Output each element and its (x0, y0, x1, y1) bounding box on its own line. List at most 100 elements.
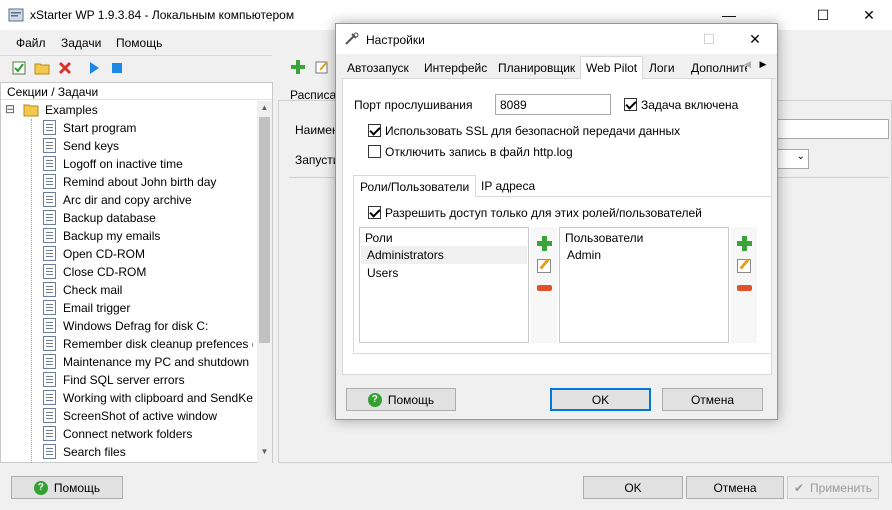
tree-task-item[interactable]: Windows Defrag for disk C: (41, 317, 253, 335)
task-tree: Секции / Задачи ⊟ Examples Start program… (0, 82, 273, 463)
task-document-icon (43, 282, 56, 297)
task-enabled-checkbox[interactable] (624, 98, 637, 111)
task-document-icon (43, 426, 56, 441)
add-role-icon[interactable] (537, 236, 552, 251)
dialog-help-label: Помощь (387, 392, 435, 407)
tree-task-item[interactable]: Remind about John birth day (41, 173, 253, 191)
task-toolbar (280, 55, 340, 81)
name-input[interactable] (759, 119, 889, 139)
remove-role-icon[interactable] (537, 285, 552, 291)
tree-task-item[interactable]: Arc dir and copy archive (41, 191, 253, 209)
task-document-icon (43, 156, 56, 171)
tab-scroll-right-icon[interactable]: ▶ (759, 59, 766, 69)
tree-task-item[interactable]: Working with clipboard and SendKey (41, 389, 253, 407)
edit-role-icon[interactable] (537, 259, 551, 273)
tree-task-item[interactable]: Send keys (41, 137, 253, 155)
dialog-cancel-button[interactable]: Отмена (662, 388, 763, 411)
allow-only-checkbox[interactable] (368, 206, 381, 219)
tree-task-label: Arc dir and copy archive (63, 193, 192, 207)
tree-task-item[interactable]: Backup my emails (41, 227, 253, 245)
tree-task-label: Backup database (63, 211, 156, 225)
list-item[interactable]: Administrators (361, 246, 527, 264)
tree-task-label: Send keys (63, 139, 120, 153)
stop-icon[interactable] (109, 60, 125, 76)
help-icon: ? (367, 392, 382, 407)
task-enabled-label: Задача включена (641, 98, 739, 112)
scroll-up-icon[interactable]: ▲ (257, 103, 272, 117)
tab-scroll-left-icon[interactable]: ◀ (744, 59, 751, 69)
tree-task-item[interactable]: Connect network folders (41, 425, 253, 443)
menu-file[interactable]: Файл (16, 36, 46, 50)
port-input[interactable]: 8089 (495, 94, 611, 115)
tree-root-examples[interactable]: ⊟ Examples (5, 101, 255, 119)
dialog-title: Настройки (366, 33, 425, 47)
add-icon[interactable] (290, 59, 306, 75)
help-button-label: Помощь (53, 480, 101, 495)
tree-task-label: Remind about John birth day (63, 175, 217, 189)
dialog-maximize-button[interactable]: ☐ (686, 24, 732, 54)
tab-additional[interactable]: Дополните (691, 59, 747, 79)
tab-roles-users[interactable]: Роли/Пользователи (353, 175, 477, 198)
collapse-icon[interactable]: ⊟ (5, 102, 15, 116)
scroll-down-icon[interactable]: ▼ (257, 447, 272, 461)
edit-user-icon[interactable] (737, 259, 751, 273)
tree-task-item[interactable]: Open CD-ROM (41, 245, 253, 263)
maximize-icon: ☐ (702, 30, 716, 47)
new-task-icon[interactable] (11, 60, 27, 76)
tree-task-item[interactable]: Remember disk cleanup prefences (r… (41, 335, 253, 353)
tab-scheduler[interactable]: Планировщик (498, 59, 575, 79)
tree-task-item[interactable]: Backup database (41, 209, 253, 227)
disable-log-checkbox[interactable] (368, 145, 381, 158)
dialog-ok-button[interactable]: OK (550, 388, 651, 411)
ok-button[interactable]: OK (583, 476, 683, 499)
menu-tasks[interactable]: Задачи (61, 36, 101, 50)
tree-task-item[interactable]: Check mail (41, 281, 253, 299)
close-button[interactable]: ✕ (846, 0, 892, 30)
tree-task-label: Find SQL server errors (63, 373, 185, 387)
edit-icon[interactable] (314, 59, 330, 75)
new-folder-icon[interactable] (34, 60, 50, 76)
dialog-help-button[interactable]: ? Помощь (346, 388, 456, 411)
tree-task-item[interactable]: Close CD-ROM (41, 263, 253, 281)
tree-task-label: Maintenance my PC and shutdown (63, 355, 250, 369)
run-icon[interactable] (86, 60, 102, 76)
cancel-button[interactable]: Отмена (686, 476, 784, 499)
menu-help[interactable]: Помощь (116, 36, 162, 50)
roles-list[interactable]: Роли Administrators Users (359, 227, 529, 343)
dialog-close-button[interactable]: ✕ (732, 24, 778, 54)
tab-web-pilot[interactable]: Web Pilot (580, 56, 644, 80)
task-document-icon (43, 354, 56, 369)
users-list[interactable]: Пользователи Admin (559, 227, 729, 343)
add-user-icon[interactable] (737, 236, 752, 251)
help-button[interactable]: ? Помощь (11, 476, 123, 499)
maximize-button[interactable]: ☐ (800, 0, 846, 30)
task-document-icon (43, 336, 56, 351)
minimize-icon: — (722, 7, 736, 23)
remove-user-icon[interactable] (737, 285, 752, 291)
apply-button[interactable]: ✔ Применить (787, 476, 879, 499)
tree-task-item[interactable]: ScreenShot of active window (41, 407, 253, 425)
tab-logs[interactable]: Логи (649, 59, 675, 79)
allow-only-label: Разрешить доступ только для этих ролей/п… (385, 206, 702, 220)
delete-icon[interactable] (57, 60, 73, 76)
list-item[interactable]: Users (361, 264, 527, 282)
tab-schedule[interactable]: Расписан (282, 85, 343, 105)
tree-task-item[interactable]: Find SQL server errors (41, 371, 253, 389)
tree-task-label: Search files (63, 445, 126, 459)
tab-autostart[interactable]: Автозапуск (347, 59, 409, 79)
main-window-title: xStarter WP 1.9.3.84 - Локальным компьют… (30, 8, 295, 22)
list-item[interactable]: Admin (561, 246, 727, 264)
tree-task-item[interactable]: Email trigger (41, 299, 253, 317)
settings-icon (345, 32, 359, 45)
use-ssl-checkbox[interactable] (368, 124, 381, 137)
tab-interface[interactable]: Интерфейс (424, 59, 487, 79)
scrollbar-thumb[interactable] (259, 117, 270, 343)
task-document-icon (43, 192, 56, 207)
tree-task-item[interactable]: Start program (41, 119, 253, 137)
roles-users-page: Разрешить доступ только для этих ролей/п… (353, 197, 772, 354)
tree-task-item[interactable]: Logoff on inactive time (41, 155, 253, 173)
tree-task-item[interactable]: Maintenance my PC and shutdown (41, 353, 253, 371)
tree-scrollbar[interactable]: ▲ ▼ (257, 101, 272, 463)
tab-ip-addresses[interactable]: IP адреса (475, 175, 541, 197)
tree-task-item[interactable]: Search files (41, 443, 253, 461)
